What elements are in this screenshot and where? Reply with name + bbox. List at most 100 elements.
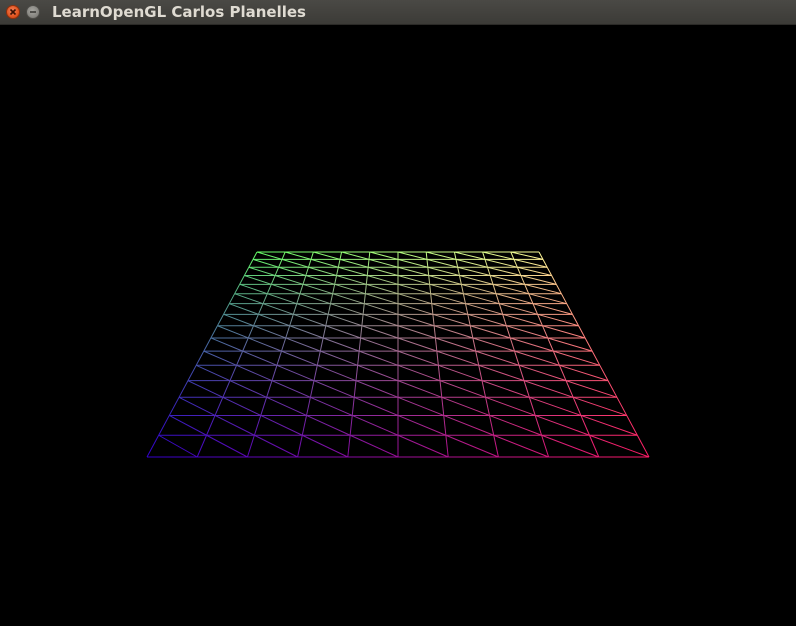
grid-column-edge [431, 303, 434, 315]
grid-triangle-diagonal [426, 258, 458, 268]
grid-column-edge [455, 259, 459, 268]
minimize-button[interactable] [26, 5, 40, 19]
grid-triangle-diagonal [267, 293, 297, 305]
grid-triangle-diagonal [397, 258, 428, 268]
grid-triangle-diagonal [426, 251, 457, 260]
grid-triangle-diagonal [510, 251, 544, 260]
grid-triangle-diagonal [274, 275, 304, 285]
grid-column-edge [297, 435, 303, 458]
grid-triangle-diagonal [454, 251, 486, 260]
grid-triangle-diagonal [178, 396, 216, 416]
grid-column-edge [243, 266, 250, 276]
grid-triangle-diagonal [234, 293, 264, 305]
minimize-icon [30, 11, 36, 13]
window-title: LearnOpenGL Carlos Planelles [52, 3, 306, 21]
grid-triangle-diagonal [529, 396, 582, 416]
grid-column-edge [487, 267, 491, 276]
grid-column-edge [216, 314, 224, 326]
grid-column-edge [353, 380, 357, 398]
grid-triangle-diagonal [244, 275, 272, 285]
grid-column-edge [457, 267, 460, 276]
grid-triangle-diagonal [281, 350, 318, 366]
grid-triangle-diagonal [528, 293, 567, 305]
grid-column-edge [433, 325, 436, 339]
grid-triangle-diagonal [506, 325, 548, 339]
grid-triangle-diagonal [397, 396, 444, 416]
grid-triangle-diagonal [397, 275, 430, 285]
grid-triangle-diagonal [397, 313, 435, 327]
grid-column-edge [337, 259, 341, 268]
grid-triangle-diagonal [541, 434, 599, 458]
grid-column-edge [223, 303, 230, 315]
grid-column-edge [336, 267, 339, 276]
grid-column-edge [358, 337, 362, 352]
grid-triangle-diagonal [459, 275, 494, 285]
grid-triangle-diagonal [229, 380, 267, 398]
grid-triangle-diagonal [313, 380, 355, 398]
grid-triangle-diagonal [542, 325, 586, 339]
grid-column-edge [305, 267, 309, 276]
grid-triangle-diagonal [254, 434, 298, 458]
grid-triangle-diagonal [397, 414, 447, 436]
grid-column-edge [339, 251, 343, 260]
grid-column-edge [257, 303, 264, 315]
grid-triangle-diagonal [242, 350, 278, 366]
grid-column-edge [206, 415, 216, 436]
close-button[interactable] [6, 5, 20, 19]
grid-triangle-diagonal [339, 258, 369, 268]
grid-column-edge [271, 365, 278, 381]
grid-column-edge [313, 365, 318, 381]
grid-triangle-diagonal [366, 283, 399, 295]
grid-column-edge [316, 351, 321, 366]
grid-column-edge [482, 251, 486, 260]
title-bar[interactable]: LearnOpenGL Carlos Planelles [0, 0, 796, 25]
grid-triangle-diagonal [354, 396, 399, 416]
grid-triangle-diagonal [365, 293, 399, 305]
grid-triangle-diagonal [481, 380, 530, 398]
grid-column-edge [367, 259, 370, 268]
grid-triangle-diagonal [229, 303, 259, 315]
grid-column-edge [541, 435, 550, 458]
grid-triangle-diagonal [281, 258, 309, 268]
grid-column-edge [366, 267, 369, 276]
grid-column-edge [168, 397, 180, 416]
grid-column-edge [187, 365, 197, 381]
grid-triangle-diagonal [313, 251, 341, 260]
grid-triangle-diagonal [429, 283, 464, 295]
grid-triangle-diagonal [310, 396, 353, 416]
grid-triangle-diagonal [320, 350, 358, 366]
grid-column-edge [319, 337, 324, 352]
grid-triangle-diagonal [368, 258, 399, 268]
grid-triangle-diagonal [214, 414, 255, 436]
grid-triangle-diagonal [472, 337, 515, 352]
grid-triangle-diagonal [397, 283, 431, 295]
grid-column-edge [266, 380, 273, 398]
grid-triangle-diagonal [362, 313, 399, 327]
grid-column-edge [285, 325, 291, 339]
opengl-viewport[interactable] [0, 25, 796, 626]
grid-column-edge [469, 325, 474, 339]
grid-column-edge [278, 259, 283, 268]
grid-column-edge [330, 293, 334, 304]
grid-triangle-diagonal [252, 258, 279, 268]
grid-triangle-diagonal [367, 275, 399, 285]
grid-triangle-diagonal [293, 313, 326, 327]
grid-column-edge [453, 251, 457, 260]
grid-triangle-diagonal [580, 414, 638, 436]
grid-triangle-diagonal [248, 266, 276, 277]
grid-column-edge [322, 325, 327, 339]
grid-column-edge [429, 284, 432, 294]
grid-triangle-diagonal [436, 350, 479, 366]
grid-triangle-diagonal [537, 313, 579, 327]
grid-column-edge [229, 365, 238, 381]
grid-triangle-diagonal [518, 364, 567, 382]
grid-triangle-diagonal [524, 283, 562, 295]
grid-column-edge [146, 435, 160, 458]
grid-triangle-diagonal [520, 275, 557, 285]
grid-triangle-diagonal [187, 380, 224, 398]
grid-triangle-diagonal [484, 258, 518, 268]
grid-column-edge [248, 259, 254, 268]
grid-triangle-diagonal [271, 283, 301, 295]
grid-column-edge [432, 314, 435, 326]
grid-triangle-diagonal [475, 350, 520, 366]
